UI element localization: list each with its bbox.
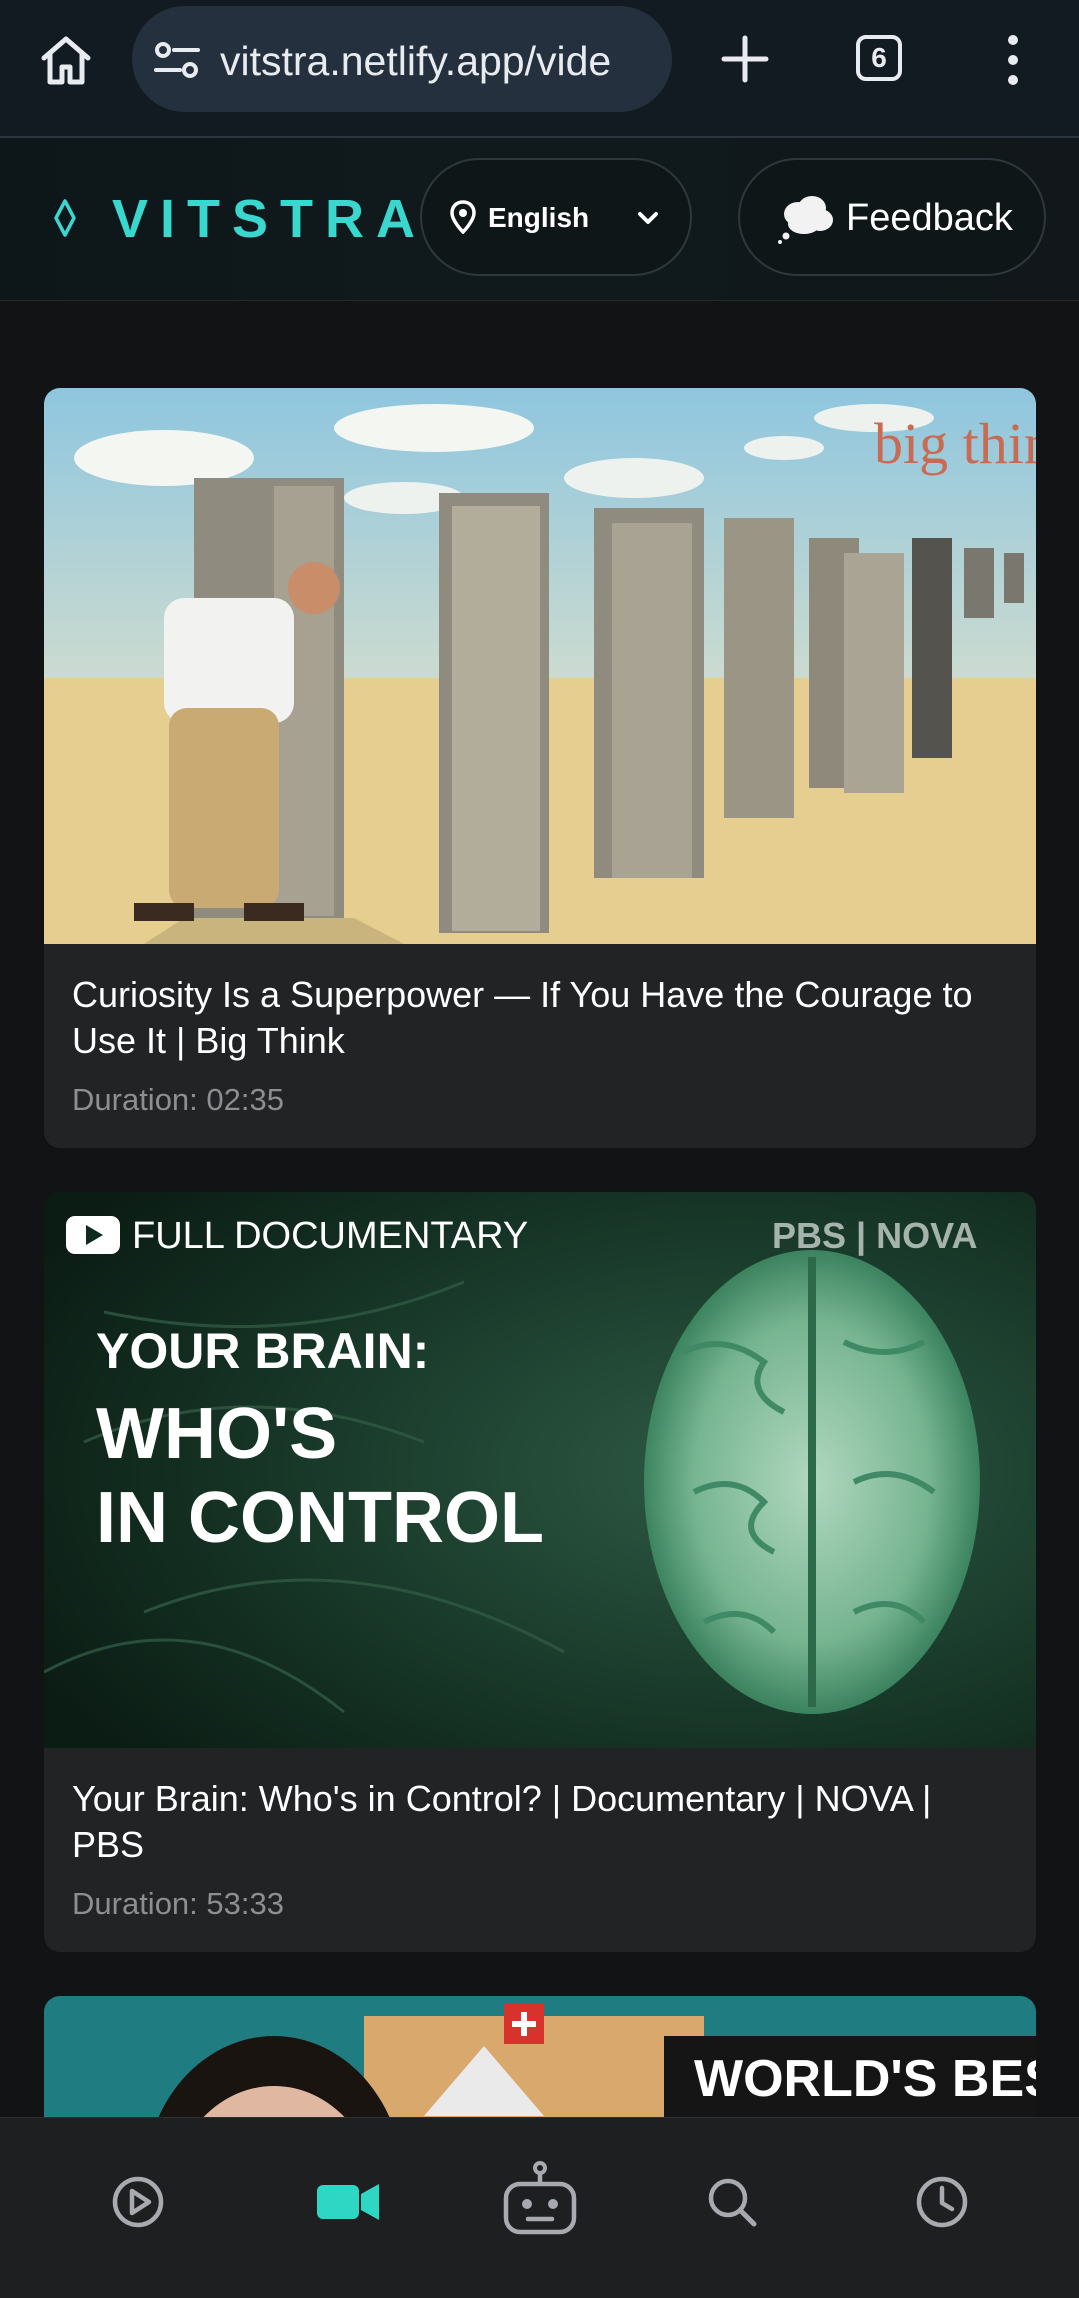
thought-cloud-icon [776, 192, 836, 244]
video-card[interactable]: big think Curiosity Is a Superpower — If… [44, 388, 1036, 1148]
language-select[interactable]: English [420, 158, 692, 276]
thumb-line-1: YOUR BRAIN: [96, 1323, 429, 1379]
thumb-brand-text: big think [874, 411, 1036, 476]
video-duration: Duration: 53:33 [72, 1886, 284, 1921]
thumb-title-text: WORLD'S BEST [694, 2050, 1036, 2108]
tab-switcher-icon[interactable]: 6 [856, 35, 902, 81]
new-tab-icon[interactable] [720, 34, 770, 84]
feedback-label: Feedback [846, 197, 1013, 239]
video-thumbnail[interactable]: big think [44, 388, 1036, 944]
robot-icon[interactable] [492, 2154, 588, 2250]
thumb-brand-text: PBS | NOVA [772, 1215, 977, 1257]
address-bar[interactable]: vitstra.netlify.app/vide [132, 6, 672, 112]
video-card[interactable]: FULL DOCUMENTARY PBS | NOVA YOUR BRAIN: … [44, 1192, 1036, 1952]
more-vert-icon[interactable] [1000, 32, 1026, 88]
play-icon[interactable] [90, 2154, 186, 2250]
history-icon[interactable] [894, 2154, 990, 2250]
app-header: VITSTRA English Feedback [0, 138, 1079, 301]
app-logo[interactable]: VITSTRA [112, 188, 427, 250]
chevron-down-icon [636, 206, 660, 230]
video-thumbnail[interactable]: FULL DOCUMENTARY PBS | NOVA YOUR BRAIN: … [44, 1192, 1036, 1748]
search-icon[interactable] [684, 2154, 780, 2250]
thumb-line-3: IN CONTROL [96, 1478, 544, 1558]
video-icon[interactable] [299, 2154, 395, 2250]
video-title[interactable]: Your Brain: Who's in Control? | Document… [72, 1776, 1012, 1868]
thumb-badge-text: FULL DOCUMENTARY [132, 1215, 528, 1257]
feedback-button[interactable]: Feedback [738, 158, 1046, 276]
video-duration: Duration: 02:35 [72, 1082, 284, 1117]
language-label: English [488, 202, 590, 233]
site-settings-icon[interactable] [154, 40, 200, 80]
url-text[interactable]: vitstra.netlify.app/vide [220, 36, 650, 86]
video-title[interactable]: Curiosity Is a Superpower — If You Have … [72, 972, 1012, 1064]
bottom-nav [0, 2117, 1079, 2298]
home-icon[interactable] [38, 32, 94, 88]
diamond-logo-icon [52, 198, 78, 238]
thumb-line-2: WHO'S [96, 1394, 337, 1474]
browser-toolbar: vitstra.netlify.app/vide 6 [0, 0, 1079, 138]
location-pin-icon [450, 200, 476, 235]
